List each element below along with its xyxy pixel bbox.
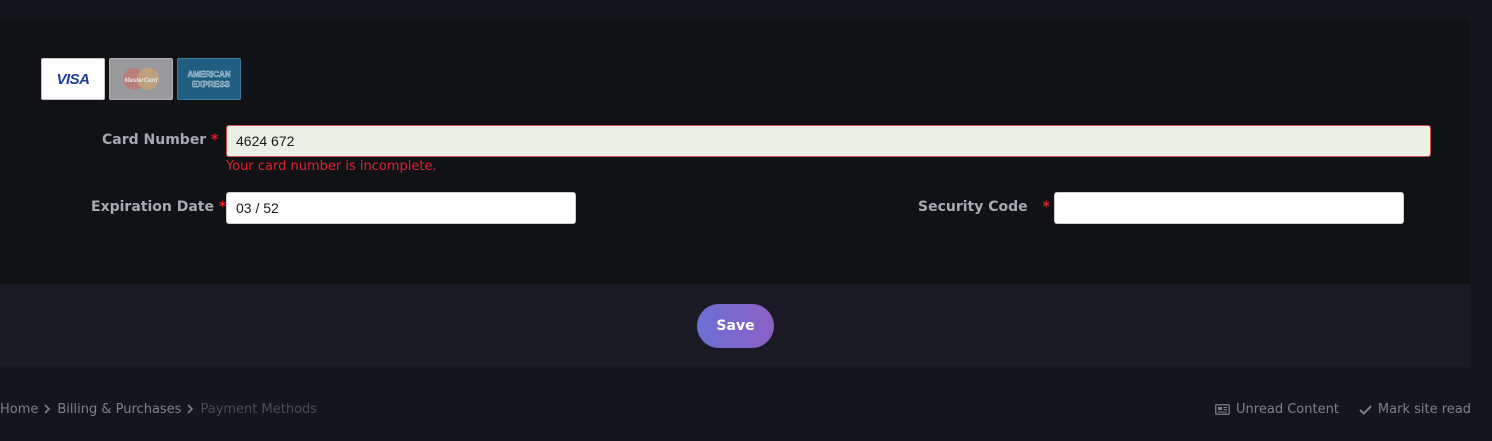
security-code-label-text: Security Code	[918, 199, 1028, 215]
expiration-date-input[interactable]: 03 / 52	[226, 192, 576, 224]
card-number-input[interactable]: 4624 672	[226, 125, 1431, 157]
breadcrumb-home[interactable]: Home	[0, 402, 38, 417]
newspaper-icon	[1215, 404, 1230, 415]
chevron-right-icon	[187, 403, 194, 417]
security-code-label: Security Code *	[918, 199, 1050, 215]
mastercard-logo-icon: MasterCard	[109, 58, 173, 100]
card-logos: VISA MasterCard AMERICAN EXPRESS	[41, 58, 241, 100]
amex-logo-line2: EXPRESS	[192, 80, 230, 89]
unread-content-label: Unread Content	[1236, 402, 1339, 417]
amex-logo-icon: AMERICAN EXPRESS	[177, 58, 241, 100]
breadcrumb: Home Billing & Purchases Payment Methods	[0, 402, 317, 417]
card-number-label: Card Number *	[102, 132, 218, 148]
expiration-date-label: Expiration Date *	[91, 199, 226, 215]
checkmark-icon	[1359, 404, 1372, 415]
form-actions-panel: Save	[0, 284, 1470, 367]
footer-links: Unread Content Mark site read	[1215, 402, 1471, 417]
payment-method-page: VISA MasterCard AMERICAN EXPRESS Card Nu…	[0, 0, 1492, 441]
expiration-date-value: 03 / 52	[236, 200, 279, 216]
card-form-panel: VISA MasterCard AMERICAN EXPRESS Card Nu…	[0, 20, 1470, 284]
save-button[interactable]: Save	[697, 304, 774, 348]
mastercard-circles-icon: MasterCard	[123, 68, 159, 90]
expiration-date-label-text: Expiration Date	[91, 199, 214, 215]
amex-text-icon: AMERICAN EXPRESS	[187, 70, 231, 90]
mark-site-read-link[interactable]: Mark site read	[1359, 402, 1471, 417]
card-number-value: 4624 672	[236, 133, 295, 149]
mark-site-read-label: Mark site read	[1377, 402, 1471, 417]
security-code-required-mark: *	[1042, 199, 1050, 215]
card-number-error: Your card number is incomplete.	[226, 159, 437, 174]
chevron-right-icon	[44, 403, 51, 417]
breadcrumb-current: Payment Methods	[200, 402, 318, 417]
mastercard-logo-text: MasterCard	[124, 78, 157, 84]
visa-logo-icon: VISA	[41, 58, 105, 100]
breadcrumb-billing[interactable]: Billing & Purchases	[57, 402, 181, 417]
card-number-label-text: Card Number	[102, 132, 207, 148]
security-code-input[interactable]	[1054, 192, 1404, 224]
card-number-required-mark: *	[211, 132, 219, 148]
unread-content-link[interactable]: Unread Content	[1215, 402, 1339, 417]
visa-logo-text: VISA	[56, 70, 90, 88]
amex-logo-line1: AMERICAN	[187, 70, 230, 79]
